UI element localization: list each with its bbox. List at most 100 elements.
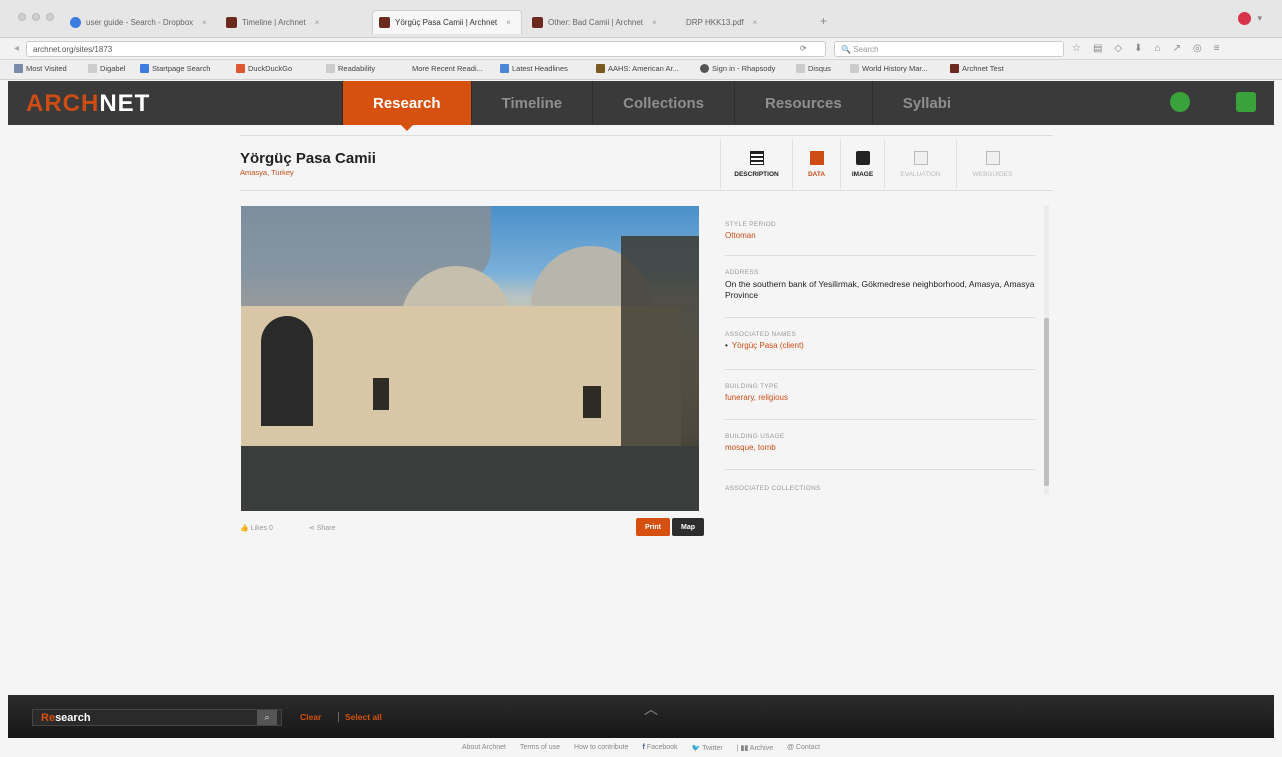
browser-tab[interactable]: user guide - Search - Dropbox × bbox=[64, 10, 214, 34]
browser-tab-bar: user guide - Search - Dropbox × Timeline … bbox=[0, 0, 1282, 38]
bookmark-item[interactable]: World History Mar... bbox=[850, 64, 928, 73]
style-period-link[interactable]: Ottoman bbox=[725, 231, 1035, 241]
nav-timeline[interactable]: Timeline bbox=[470, 81, 593, 125]
user-icon[interactable] bbox=[1170, 92, 1190, 112]
archnet-logo[interactable]: ARCHNET bbox=[26, 90, 150, 118]
chevron-down-icon[interactable]: ▾ bbox=[1257, 13, 1262, 24]
star-icon[interactable]: ☆ bbox=[1072, 43, 1081, 54]
footer-link-contribute[interactable]: How to contribute bbox=[574, 744, 628, 757]
browser-navbar: ◂ archnet.org/sites/1873 ⟳ 🔍 Search ☆ ▤ … bbox=[0, 38, 1282, 60]
share-icon[interactable]: ↗ bbox=[1173, 43, 1181, 54]
address-bar[interactable]: archnet.org/sites/1873 bbox=[26, 41, 826, 57]
address-field: ADDRESS On the southern bank of Yesilirm… bbox=[725, 269, 1035, 300]
camera-icon[interactable] bbox=[1236, 92, 1256, 112]
webguides-icon bbox=[985, 150, 1000, 165]
bookmark-item[interactable]: Readability bbox=[326, 64, 375, 73]
building-photo[interactable] bbox=[241, 206, 699, 511]
profile-icon[interactable] bbox=[1238, 12, 1252, 25]
share-button[interactable]: ⋖ Share bbox=[309, 524, 336, 532]
reading-list-icon[interactable]: ▤ bbox=[1093, 43, 1102, 54]
twitter-icon: 🐦 bbox=[691, 745, 701, 752]
divider bbox=[725, 419, 1035, 420]
associated-name-link[interactable]: Yörgüç Pasa (client) bbox=[725, 341, 1035, 350]
bookmark-item[interactable]: Disqus bbox=[796, 64, 831, 73]
pocket-icon[interactable]: ◇ bbox=[1114, 43, 1122, 54]
facebook-icon: f bbox=[642, 744, 645, 751]
select-all-button[interactable]: Select all bbox=[338, 712, 382, 722]
new-tab-icon[interactable]: + bbox=[820, 14, 827, 28]
bookmark-item[interactable]: Latest Headlines bbox=[500, 64, 568, 73]
building-usage-field: BUILDING USAGE mosque, tomb bbox=[725, 433, 1035, 453]
bookmark-item[interactable]: DuckDuckGo bbox=[236, 64, 292, 73]
close-icon[interactable]: × bbox=[652, 18, 657, 27]
like-button[interactable]: 👍 Likes 0 bbox=[240, 524, 273, 532]
bookmark-item[interactable]: Archnet Test bbox=[950, 64, 1004, 73]
nav-resources[interactable]: Resources bbox=[734, 81, 872, 125]
bookmark-item[interactable]: Startpage Search bbox=[140, 64, 210, 73]
footer-link-contact[interactable]: @ Contact bbox=[787, 744, 820, 757]
rss-icon bbox=[500, 64, 509, 73]
nav-syllabi[interactable]: Syllabi bbox=[871, 81, 981, 125]
close-icon[interactable]: × bbox=[202, 18, 207, 27]
chevron-up-icon[interactable]: ︿ bbox=[644, 699, 658, 719]
research-search-input[interactable]: Research ⌕ bbox=[32, 709, 282, 726]
building-type-link[interactable]: funerary, religious bbox=[725, 393, 1035, 403]
tab-webguides: WEBGUIDES bbox=[956, 140, 1028, 188]
nav-collections[interactable]: Collections bbox=[592, 81, 734, 125]
browser-tab[interactable]: DRP HKK13.pdf × bbox=[680, 10, 810, 34]
bookmark-item[interactable]: Digabel bbox=[88, 64, 125, 73]
home-icon[interactable]: ⌂ bbox=[1155, 43, 1161, 54]
duckduckgo-icon bbox=[236, 64, 245, 73]
archive-icon: ▮▮ bbox=[740, 745, 749, 752]
browser-tab[interactable]: Timeline | Archnet × bbox=[220, 10, 370, 34]
extensions: ▾ bbox=[1238, 12, 1262, 25]
reload-icon[interactable]: ⟳ bbox=[800, 44, 807, 53]
tab-data[interactable]: DATA bbox=[792, 140, 840, 188]
location-link[interactable]: Amasya, Turkey bbox=[240, 168, 294, 177]
map-button[interactable]: Map bbox=[672, 518, 704, 536]
footer-link-terms[interactable]: Terms of use bbox=[520, 744, 560, 757]
search-icon[interactable]: ⌕ bbox=[257, 710, 277, 725]
close-icon[interactable]: × bbox=[753, 18, 758, 27]
rhapsody-icon bbox=[700, 64, 709, 73]
tab-description[interactable]: DESCRIPTION bbox=[720, 140, 792, 188]
tab-image[interactable]: IMAGE bbox=[840, 140, 884, 188]
browser-tab-active[interactable]: Yörgüç Pasa Camii | Archnet × bbox=[372, 10, 522, 34]
back-icon[interactable]: ◂ bbox=[14, 43, 19, 54]
addon-icon[interactable]: ◎ bbox=[1193, 43, 1202, 54]
close-icon[interactable]: × bbox=[506, 18, 511, 27]
building-type-field: BUILDING TYPE funerary, religious bbox=[725, 383, 1035, 403]
aahs-icon bbox=[596, 64, 605, 73]
nav-research[interactable]: Research bbox=[342, 81, 471, 131]
divider bbox=[725, 469, 1035, 470]
page-icon bbox=[850, 64, 859, 73]
clear-button[interactable]: Clear bbox=[300, 712, 321, 722]
bookmark-item[interactable]: Most Visited bbox=[14, 64, 67, 73]
divider bbox=[725, 317, 1035, 318]
social-actions: 👍 Likes 0 ⋖ Share bbox=[240, 524, 335, 532]
archnet-favicon-icon bbox=[950, 64, 959, 73]
building-usage-link[interactable]: mosque, tomb bbox=[725, 443, 1035, 453]
bookmark-item[interactable]: More Recent Readi... bbox=[412, 64, 483, 73]
download-icon[interactable]: ⬇ bbox=[1134, 43, 1142, 54]
image-icon bbox=[855, 150, 870, 165]
divider bbox=[240, 190, 1053, 191]
bookmark-item[interactable]: AAHS: American Ar... bbox=[596, 64, 679, 73]
at-icon: @ bbox=[787, 744, 794, 751]
scrollbar-thumb[interactable] bbox=[1044, 318, 1049, 486]
browser-search-input[interactable]: 🔍 Search bbox=[834, 41, 1064, 57]
archnet-favicon-icon bbox=[532, 16, 543, 28]
browser-tab[interactable]: Other: Bad Camii | Archnet × bbox=[526, 10, 676, 34]
footer-link-archive[interactable]: | ▮▮ Archive bbox=[737, 744, 773, 757]
footer-link-twitter[interactable]: 🐦 Twitter bbox=[692, 744, 723, 757]
footer-link-facebook[interactable]: f Facebook bbox=[643, 744, 678, 757]
footer-link-about[interactable]: About Archnet bbox=[462, 744, 506, 757]
menu-icon[interactable]: ≡ bbox=[1214, 43, 1220, 54]
bookmark-item[interactable]: Sign in - Rhapsody bbox=[700, 64, 775, 73]
window-controls[interactable] bbox=[18, 13, 54, 21]
close-icon[interactable]: × bbox=[315, 18, 320, 27]
print-button[interactable]: Print bbox=[636, 518, 670, 536]
bookmarks-bar: Most Visited Digabel Startpage Search Du… bbox=[0, 60, 1282, 80]
footer: About Archnet Terms of use How to contri… bbox=[0, 744, 1282, 757]
divider bbox=[240, 135, 1053, 136]
